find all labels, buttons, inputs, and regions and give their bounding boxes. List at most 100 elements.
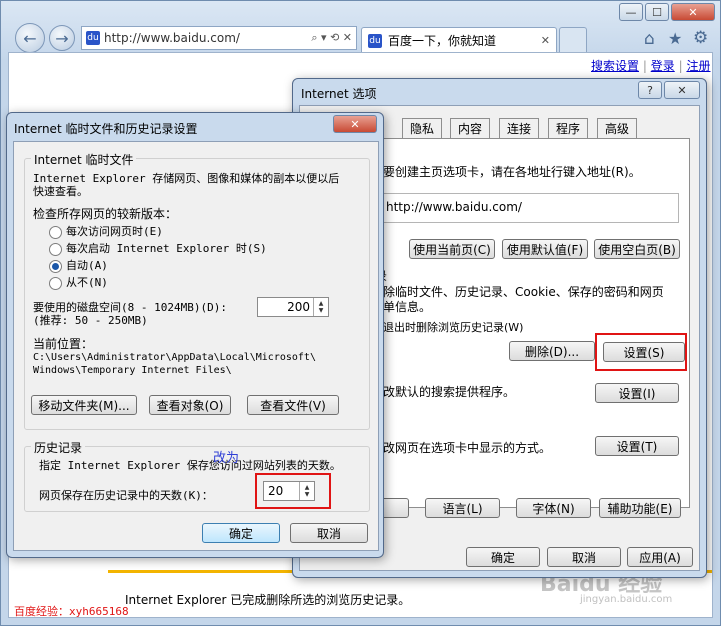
top-links: 搜索设置 | 登录 | 注册 bbox=[591, 57, 710, 74]
spinner-arrows-icon[interactable]: ▲ ▼ bbox=[313, 298, 328, 316]
history-description-2: 单信息。 bbox=[383, 300, 432, 314]
new-tab-button[interactable] bbox=[559, 27, 587, 53]
temp-dialog-body: Internet 临时文件 Internet Explorer 存储网页、图像和… bbox=[13, 141, 379, 551]
fonts-button[interactable]: 字体(N) bbox=[516, 498, 591, 518]
close-icon: ✕ bbox=[677, 83, 687, 97]
address-bar[interactable]: du http://www.baidu.com/ ⌕ ▾ ⟲ ✕ bbox=[81, 26, 357, 50]
baidu-favicon-icon: du bbox=[86, 31, 100, 45]
register-link[interactable]: 注册 bbox=[686, 59, 710, 73]
current-location-path-2: Windows\Temporary Internet Files\ bbox=[33, 365, 232, 376]
temp-dialog-close-button[interactable]: ✕ bbox=[333, 115, 377, 133]
current-location-path-1: C:\Users\Administrator\AppData\Local\Mic… bbox=[33, 352, 316, 363]
spin-down-icon: ▼ bbox=[304, 491, 310, 498]
address-controls-icon[interactable]: ⌕ ▾ ⟲ ✕ bbox=[311, 31, 356, 45]
maximize-button[interactable]: ☐ bbox=[645, 3, 669, 21]
help-icon: ? bbox=[647, 83, 653, 97]
link-separator: | bbox=[678, 59, 683, 73]
temp-desc-2: 快速查看。 bbox=[33, 185, 88, 198]
radio-every-start[interactable]: 每次启动 Internet Explorer 时(S) bbox=[49, 240, 267, 256]
tab-connections[interactable]: 连接 bbox=[499, 118, 540, 138]
history-group: 历史记录 指定 Internet Explorer 保存您访问过网站列表的天数。… bbox=[24, 439, 370, 512]
radio-selected-icon bbox=[49, 259, 62, 273]
tab-close-icon[interactable]: ✕ bbox=[541, 34, 550, 47]
history-days-spinner[interactable]: 20 ▲ ▼ bbox=[263, 481, 315, 501]
radio-icon bbox=[49, 276, 62, 290]
temp-files-group-title: Internet 临时文件 bbox=[31, 151, 137, 168]
dialog-title: Internet 选项 bbox=[301, 87, 377, 101]
radio-label: 从不(N) bbox=[66, 276, 108, 289]
tab-advanced[interactable]: 高级 bbox=[597, 118, 638, 138]
delete-on-exit-checkbox[interactable]: 退出时删除浏览历史记录(W) bbox=[383, 319, 523, 335]
radio-every-visit[interactable]: 每次访问网页时(E) bbox=[49, 223, 163, 239]
history-group-title: 历史记录 bbox=[31, 439, 86, 456]
minimize-button[interactable]: — bbox=[619, 3, 643, 21]
home-icon[interactable]: ⌂ bbox=[644, 29, 655, 49]
spin-up-icon: ▲ bbox=[318, 300, 324, 307]
notification-text: Internet Explorer 已完成删除所选的浏览历史记录。 bbox=[125, 593, 411, 607]
address-url: http://www.baidu.com/ bbox=[104, 31, 240, 45]
tabs-settings-button[interactable]: 设置(T) bbox=[595, 436, 679, 456]
delete-history-button[interactable]: 删除(D)... bbox=[509, 341, 595, 361]
view-files-button[interactable]: 查看文件(V) bbox=[247, 395, 339, 415]
forward-arrow-icon: → bbox=[55, 28, 69, 48]
options-apply-button[interactable]: 应用(A) bbox=[627, 547, 693, 567]
home-url-input[interactable]: http://www.baidu.com/ bbox=[379, 193, 679, 223]
options-cancel-button[interactable]: 取消 bbox=[547, 547, 621, 567]
radio-label: 每次启动 Internet Explorer 时(S) bbox=[66, 242, 267, 255]
tab-privacy[interactable]: 隐私 bbox=[402, 118, 443, 138]
forward-button[interactable]: → bbox=[49, 25, 75, 51]
use-current-button[interactable]: 使用当前页(C) bbox=[409, 239, 495, 259]
history-days-label: 网页保存在历史记录中的天数(K)： bbox=[39, 489, 213, 502]
tab-favicon-icon: du bbox=[368, 33, 382, 48]
temp-files-group: Internet 临时文件 Internet Explorer 存储网页、图像和… bbox=[24, 151, 370, 430]
use-blank-button[interactable]: 使用空白页(B) bbox=[594, 239, 680, 259]
language-button[interactable]: 语言(L) bbox=[425, 498, 500, 518]
radio-label: 自动(A) bbox=[66, 259, 108, 272]
radio-label: 每次访问网页时(E) bbox=[66, 225, 163, 238]
tab-panel: 要创建主页选项卡，请在各地址行键入地址(R)。 http://www.baidu… bbox=[375, 138, 690, 518]
disk-space-spinner[interactable]: 200 ▲ ▼ bbox=[257, 297, 329, 317]
options-ok-button[interactable]: 确定 bbox=[466, 547, 540, 567]
tab-programs[interactable]: 程序 bbox=[548, 118, 589, 138]
accessibility-button[interactable]: 辅助功能(E) bbox=[599, 498, 681, 518]
maximize-icon: ☐ bbox=[652, 5, 662, 19]
annotation-text: 改为 bbox=[213, 451, 240, 466]
disk-space-value: 200 bbox=[287, 300, 310, 314]
close-icon: ✕ bbox=[688, 5, 698, 19]
back-button[interactable]: ← bbox=[15, 23, 45, 53]
temp-cancel-button[interactable]: 取消 bbox=[290, 523, 368, 543]
disk-space-recommend: (推荐: 50 - 250MB) bbox=[33, 314, 148, 327]
tab-title: 百度一下，你就知道 bbox=[388, 34, 497, 48]
radio-icon bbox=[49, 225, 62, 239]
spin-up-icon: ▲ bbox=[304, 484, 310, 491]
home-description: 要创建主页选项卡，请在各地址行键入地址(R)。 bbox=[383, 165, 641, 179]
minimize-icon: — bbox=[625, 5, 637, 19]
link-separator: | bbox=[642, 59, 647, 73]
history-description: 指定 Internet Explorer 保存您访问过网站列表的天数。 bbox=[39, 459, 341, 472]
watermark-sub: jingyan.baidu.com bbox=[580, 594, 673, 605]
tools-gear-icon[interactable]: ⚙ bbox=[693, 28, 708, 48]
login-link[interactable]: 登录 bbox=[651, 59, 675, 73]
favorites-star-icon[interactable]: ★ bbox=[668, 29, 682, 48]
tab-baidu[interactable]: du 百度一下，你就知道 ✕ bbox=[361, 27, 557, 53]
temp-ok-button[interactable]: 确定 bbox=[202, 523, 280, 543]
temp-dialog-title: Internet 临时文件和历史记录设置 bbox=[14, 122, 198, 136]
tab-content[interactable]: 内容 bbox=[450, 118, 491, 138]
radio-never[interactable]: 从不(N) bbox=[49, 274, 108, 290]
help-button[interactable]: ? bbox=[638, 81, 662, 99]
tabs-description: 改网页在选项卡中显示的方式。 bbox=[383, 441, 552, 455]
search-settings-button[interactable]: 设置(I) bbox=[595, 383, 679, 403]
search-description: 改默认的搜索提供程序。 bbox=[383, 385, 516, 399]
dialog-close-button[interactable]: ✕ bbox=[664, 81, 700, 99]
use-default-button[interactable]: 使用默认值(F) bbox=[502, 239, 588, 259]
view-objects-button[interactable]: 查看对象(O) bbox=[149, 395, 231, 415]
spinner-arrows-icon[interactable]: ▲ ▼ bbox=[299, 482, 314, 500]
move-folder-button[interactable]: 移动文件夹(M)... bbox=[31, 395, 137, 415]
radio-automatic[interactable]: 自动(A) bbox=[49, 257, 108, 273]
close-button[interactable]: ✕ bbox=[671, 3, 715, 21]
history-settings-button[interactable]: 设置(S) bbox=[603, 342, 685, 362]
spin-down-icon: ▼ bbox=[318, 307, 324, 314]
history-days-value: 20 bbox=[268, 484, 284, 498]
search-settings-link[interactable]: 搜索设置 bbox=[591, 59, 639, 73]
back-arrow-icon: ← bbox=[23, 28, 37, 48]
